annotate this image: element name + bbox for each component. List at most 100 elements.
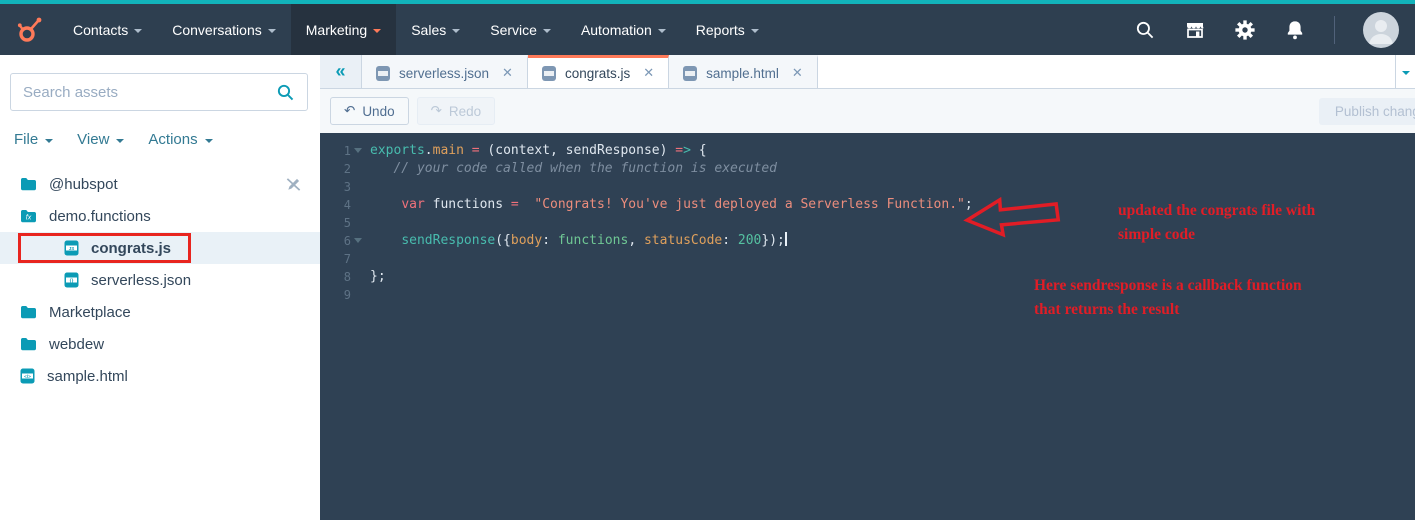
tree-item--hubspot[interactable]: @hubspot <box>0 168 320 200</box>
topbar-right <box>1134 12 1415 48</box>
tree-item-label: serverless.json <box>91 272 191 289</box>
nav-item-reports[interactable]: Reports <box>681 4 774 55</box>
publish-changes-button[interactable]: Publish changes <box>1319 98 1415 125</box>
search-assets-box <box>10 73 308 111</box>
tree-item-label: webdew <box>49 336 104 353</box>
code-line-2[interactable]: 2 // your code called when the function … <box>320 160 1415 178</box>
svg-text:JS: JS <box>69 246 75 251</box>
code-line-9[interactable]: 9 <box>320 286 1415 304</box>
chevron-down-icon <box>268 29 276 33</box>
collapse-sidebar-button[interactable]: « <box>320 55 362 88</box>
file-json-icon: {} <box>64 272 79 288</box>
notifications-bell-icon[interactable] <box>1284 19 1306 41</box>
tree-item-webdew[interactable]: webdew <box>0 328 320 360</box>
nav-item-contacts[interactable]: Contacts <box>58 4 157 55</box>
line-number: 1 <box>320 142 362 160</box>
close-icon[interactable]: ✕ <box>643 65 654 81</box>
tab-sample-html[interactable]: sample.html ✕ <box>669 55 818 88</box>
code-area[interactable]: updated the congrats file with simple co… <box>320 133 1415 520</box>
tree-item-serverless-json[interactable]: {} serverless.json <box>0 264 320 296</box>
hubspot-logo[interactable] <box>0 15 58 45</box>
file-html-icon: </> <box>20 368 35 384</box>
code-line-7[interactable]: 7 <box>320 250 1415 268</box>
menu-view[interactable]: View <box>77 131 124 148</box>
search-assets-input[interactable] <box>23 84 276 101</box>
chevron-down-icon <box>751 29 759 33</box>
chevron-down-icon <box>1402 71 1410 75</box>
chevron-down-icon <box>116 139 124 143</box>
tab-congrats-js[interactable]: congrats.js ✕ <box>528 55 669 88</box>
code-fold-icon[interactable] <box>354 238 362 243</box>
line-number: 8 <box>320 268 362 286</box>
chevron-down-icon <box>658 29 666 33</box>
tree-item-label: congrats.js <box>91 240 171 257</box>
hubspot-sprocket-icon <box>14 15 44 45</box>
code-text <box>362 178 370 196</box>
menu-actions[interactable]: Actions <box>148 131 212 148</box>
redo-arrow-icon: ↷ <box>431 103 442 119</box>
code-line-6[interactable]: 6 sendResponse({body: functions, statusC… <box>320 232 1415 250</box>
editor-tabs: serverless.json ✕ congrats.js ✕ sample.html ✕ <box>362 55 818 88</box>
nav-item-service[interactable]: Service <box>475 4 566 55</box>
settings-gear-icon[interactable] <box>1234 19 1256 41</box>
file-js-icon: JS <box>64 240 79 256</box>
tab-label: congrats.js <box>565 66 630 81</box>
tab-label: sample.html <box>706 66 779 81</box>
marketplace-icon[interactable] <box>1184 19 1206 41</box>
avatar[interactable] <box>1363 12 1399 48</box>
code-line-8[interactable]: 8}; <box>320 268 1415 286</box>
functions-folder-icon: fx <box>20 209 37 223</box>
tree-item-sample-html[interactable]: </> sample.html <box>0 360 320 392</box>
tree-item-demo-functions[interactable]: fxdemo.functions <box>0 200 320 232</box>
tree-item-marketplace[interactable]: Marketplace <box>0 296 320 328</box>
code-line-3[interactable]: 3 <box>320 178 1415 196</box>
nav-item-marketing[interactable]: Marketing <box>291 4 396 55</box>
editor-tabbar: « serverless.json✕congrats.js✕sample.htm… <box>320 55 1415 89</box>
line-number: 9 <box>320 286 362 304</box>
code-line-1[interactable]: 1exports.main = (context, sendResponse) … <box>320 142 1415 160</box>
tree-item-label: @hubspot <box>49 176 118 193</box>
nav-item-automation[interactable]: Automation <box>566 4 681 55</box>
code-text <box>362 286 370 304</box>
tree-item-congrats-js[interactable]: JS congrats.js <box>0 232 320 264</box>
tree-item-label: sample.html <box>47 368 128 385</box>
code-text: }; <box>362 268 386 286</box>
code-fold-icon[interactable] <box>354 148 362 153</box>
svg-text:</>: </> <box>24 374 31 379</box>
file-icon <box>683 66 697 81</box>
close-icon[interactable]: ✕ <box>792 65 803 81</box>
chevron-down-icon <box>134 29 142 33</box>
line-number: 7 <box>320 250 362 268</box>
nav-item-sales[interactable]: Sales <box>396 4 475 55</box>
tab-overflow-button[interactable] <box>1395 55 1415 88</box>
svg-text:fx: fx <box>26 215 32 222</box>
code-text <box>362 214 370 232</box>
line-number: 3 <box>320 178 362 196</box>
tab-label: serverless.json <box>399 66 489 81</box>
primary-nav: ContactsConversationsMarketingSalesServi… <box>58 4 774 55</box>
sidebar-search-icon[interactable] <box>276 83 295 102</box>
close-icon[interactable]: ✕ <box>502 65 513 81</box>
search-icon[interactable] <box>1134 19 1156 41</box>
code-text: // your code called when the function is… <box>362 160 777 178</box>
chevron-down-icon <box>452 29 460 33</box>
topbar-divider <box>1334 16 1335 44</box>
finder-sidebar: File View Actions @hubspot fxdemo.functions… <box>0 55 320 520</box>
chevron-down-icon <box>45 139 53 143</box>
editor-toolbar: ↶ Undo ↷ Redo Publish changes <box>320 89 1415 133</box>
tab-serverless-json[interactable]: serverless.json ✕ <box>362 55 528 88</box>
asset-tree: @hubspot fxdemo.functions JS congrats.js {} s… <box>0 168 320 392</box>
chevron-down-icon <box>205 139 213 143</box>
code-line-5[interactable]: 5 <box>320 214 1415 232</box>
undo-button[interactable]: ↶ Undo <box>330 97 409 125</box>
chevron-down-icon <box>543 29 551 33</box>
file-icon <box>376 66 390 81</box>
code-line-4[interactable]: 4 var functions = "Congrats! You've just… <box>320 196 1415 214</box>
redo-button[interactable]: ↷ Redo <box>417 97 496 125</box>
sidebar-menubar: File View Actions <box>0 111 320 158</box>
code-text: var functions = "Congrats! You've just d… <box>362 196 973 214</box>
menu-file[interactable]: File <box>14 131 53 148</box>
folder-icon <box>20 305 37 319</box>
folder-icon <box>20 337 37 351</box>
nav-item-conversations[interactable]: Conversations <box>157 4 291 55</box>
